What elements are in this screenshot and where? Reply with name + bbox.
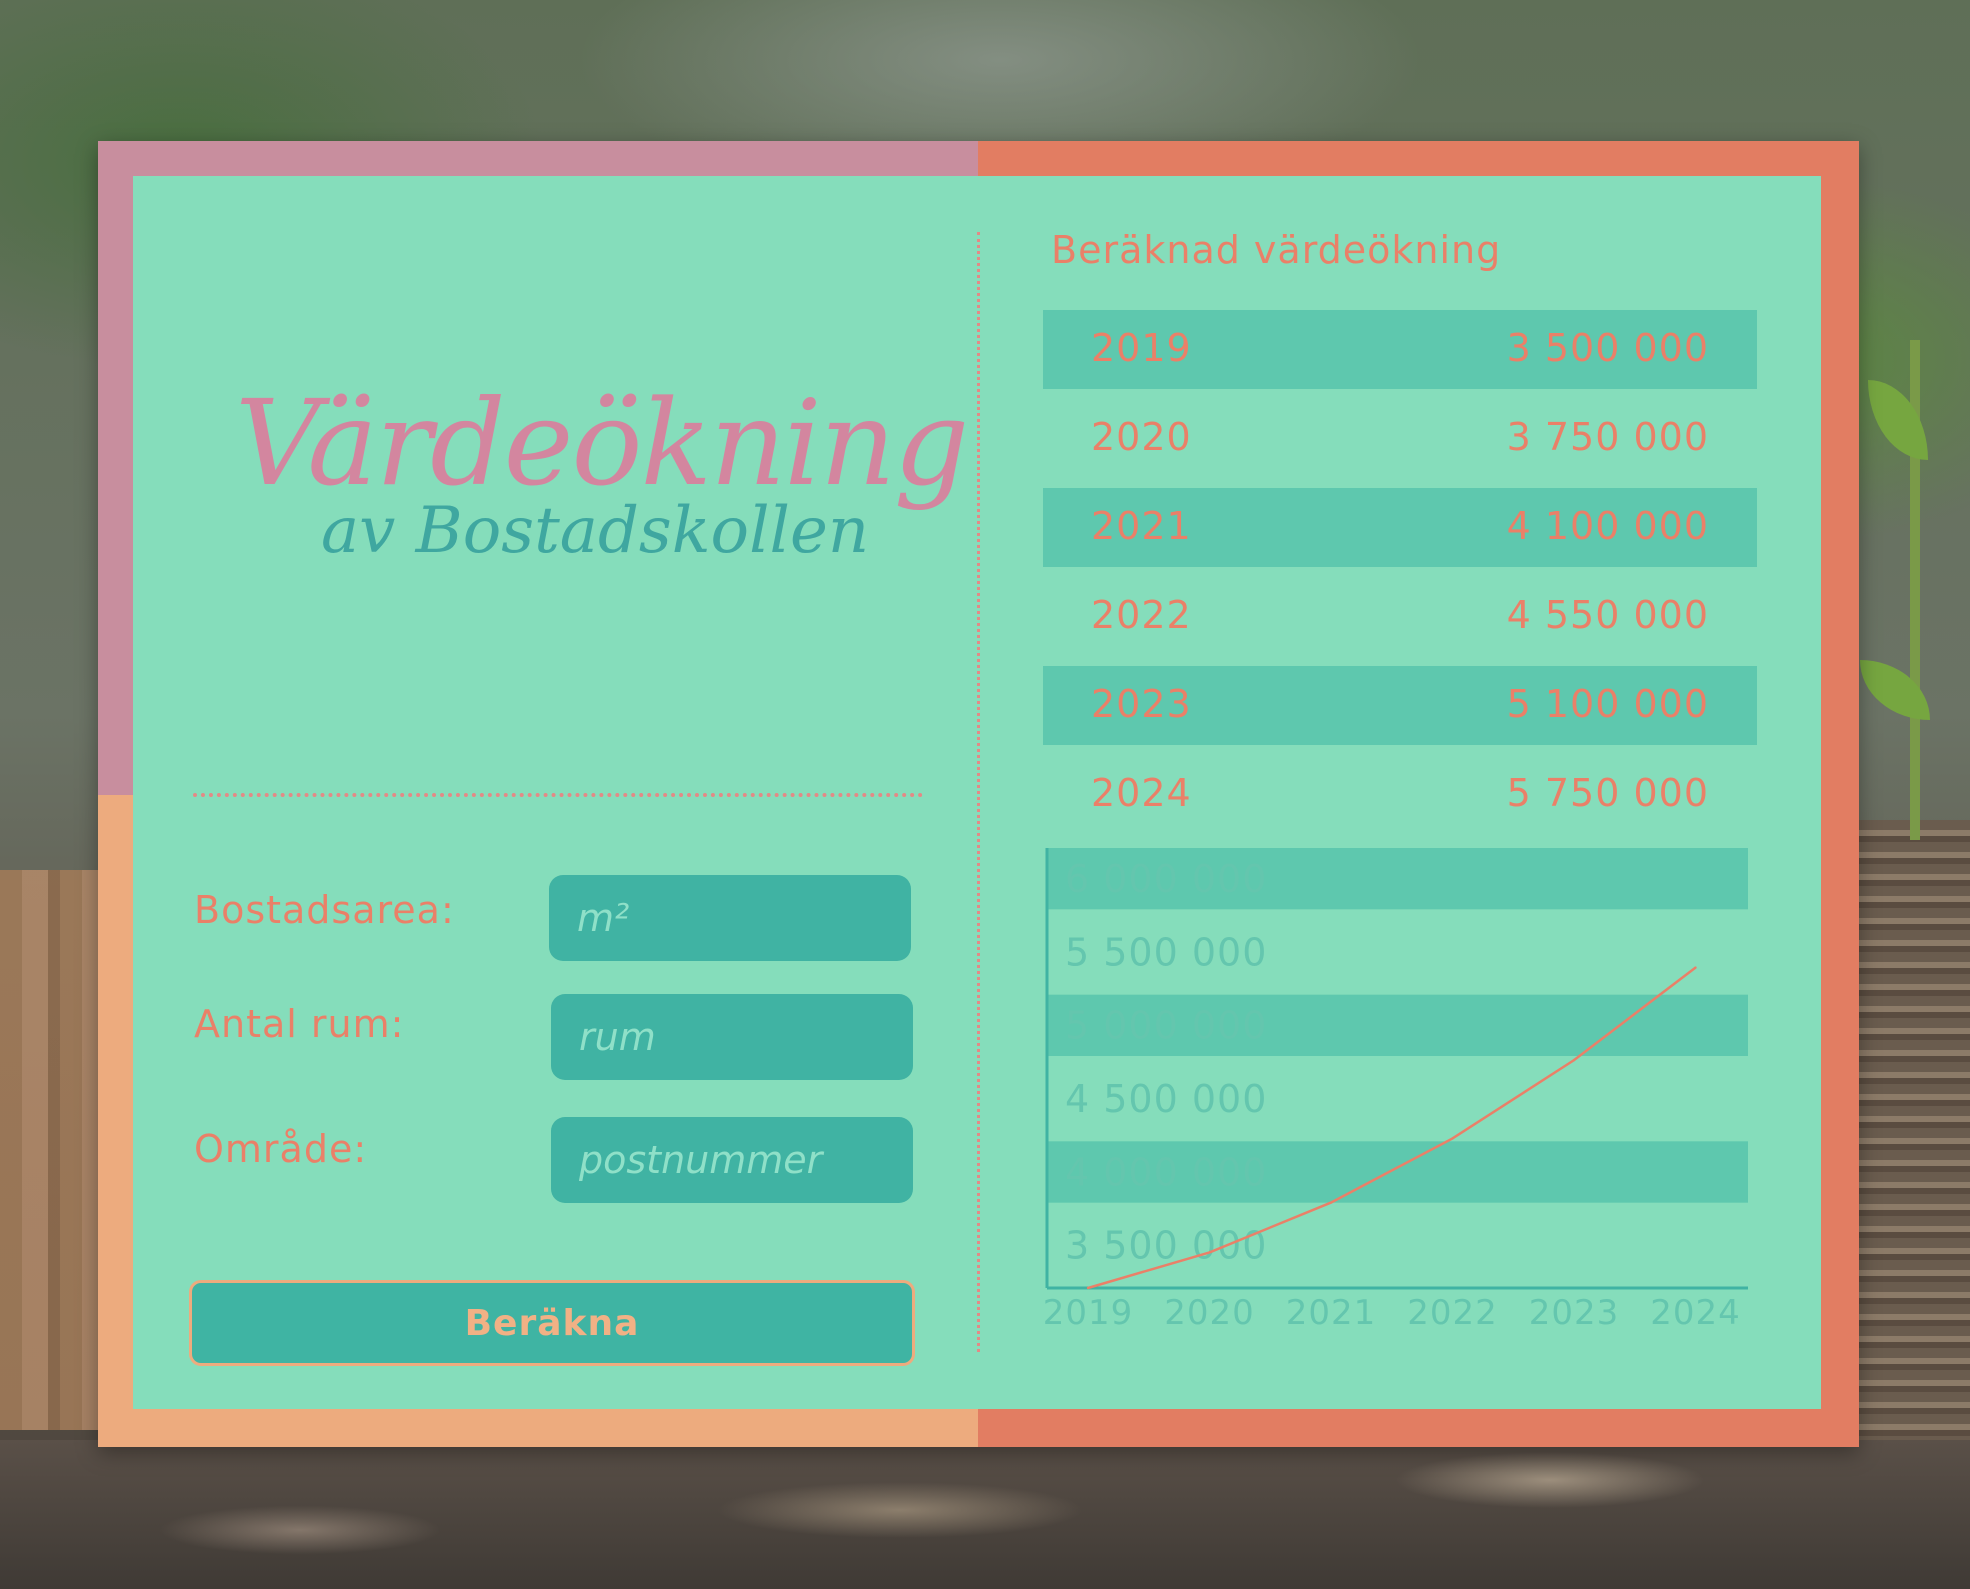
divider-horizontal	[193, 793, 923, 797]
results-table: 2019 3 500 000 2020 3 750 000 2021 4 100 000 2…	[1043, 310, 1757, 844]
result-value: 5 100 000	[1506, 682, 1709, 726]
result-value: 3 750 000	[1506, 415, 1709, 459]
result-row: 2023 5 100 000	[1043, 666, 1757, 745]
card-panel: Värdeökning av Bostadskollen Bostadsarea…	[133, 176, 1821, 1409]
divider-vertical	[977, 232, 980, 1352]
y-tick-label: 6 000 000	[1065, 857, 1267, 901]
region-label: Område:	[194, 1127, 368, 1171]
result-year: 2022	[1091, 593, 1192, 637]
result-row: 2020 3 750 000	[1043, 399, 1757, 478]
y-tick-label: 5 000 000	[1065, 1004, 1267, 1048]
series-point	[1451, 1137, 1454, 1140]
x-tick-label: 2019	[1043, 1293, 1134, 1333]
x-tick-label: 2022	[1407, 1293, 1498, 1333]
rooms-label: Antal rum:	[194, 1002, 405, 1046]
background-coins	[0, 1440, 1970, 1589]
result-year: 2020	[1091, 415, 1192, 459]
area-label: Bostadsarea:	[194, 888, 455, 932]
series-point	[1572, 1058, 1576, 1062]
result-year: 2024	[1091, 771, 1192, 815]
results-title: Beräknad värdeökning	[1051, 228, 1502, 272]
result-year: 2023	[1091, 682, 1192, 726]
postal-code-input[interactable]	[551, 1117, 913, 1203]
y-tick-label: 4 000 000	[1065, 1150, 1267, 1194]
result-row: 2019 3 500 000	[1043, 310, 1757, 389]
y-tick-label: 5 500 000	[1065, 930, 1267, 974]
result-row: 2022 4 550 000	[1043, 577, 1757, 656]
result-value: 4 100 000	[1506, 504, 1709, 548]
y-tick-label: 4 500 000	[1065, 1077, 1267, 1121]
y-tick-label: 3 500 000	[1065, 1224, 1267, 1268]
series-point	[1694, 966, 1697, 969]
x-tick-label: 2023	[1529, 1293, 1620, 1333]
series-point	[1329, 1201, 1333, 1204]
rooms-input[interactable]	[551, 994, 913, 1080]
result-value: 5 750 000	[1506, 771, 1709, 815]
x-tick-label: 2021	[1286, 1293, 1377, 1333]
logo-title: Värdeökning	[235, 374, 969, 512]
calculator-card: Värdeökning av Bostadskollen Bostadsarea…	[98, 141, 1859, 1447]
result-value: 4 550 000	[1506, 593, 1709, 637]
calculate-button[interactable]: Beräkna	[189, 1280, 915, 1366]
result-year: 2019	[1091, 326, 1192, 370]
result-row: 2024 5 750 000	[1043, 755, 1757, 834]
series-point	[1208, 1251, 1211, 1254]
background-coin-stack	[1858, 820, 1970, 1460]
result-value: 3 500 000	[1506, 326, 1709, 370]
x-tick-label: 2024	[1650, 1293, 1741, 1333]
result-year: 2021	[1091, 504, 1192, 548]
series-point	[1086, 1286, 1090, 1290]
area-input[interactable]	[549, 875, 911, 961]
x-tick-label: 2020	[1164, 1293, 1255, 1333]
result-row: 2021 4 100 000	[1043, 488, 1757, 567]
value-chart: 6 000 000 5 500 000 5 000 000 4 500 000 4 00…	[1043, 848, 1748, 1333]
logo-subtitle: av Bostadskollen	[321, 494, 870, 568]
